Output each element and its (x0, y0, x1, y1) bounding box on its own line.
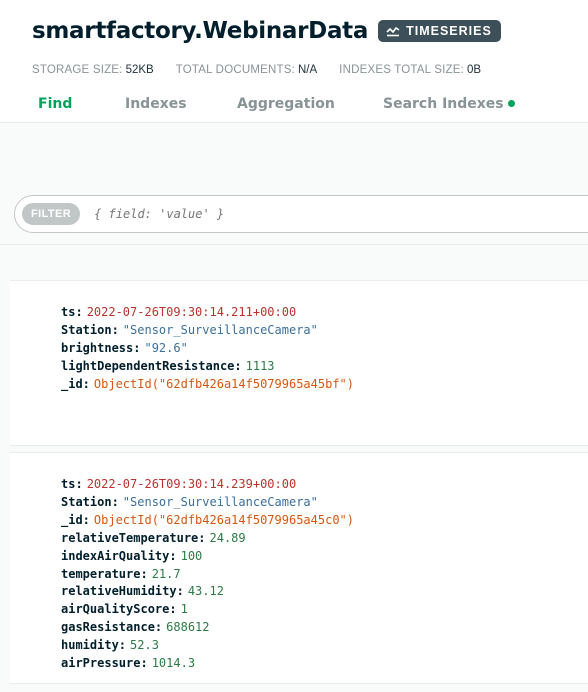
divider (0, 244, 588, 245)
filter-label: FILTER (22, 203, 81, 225)
field-value: 43.12 (187, 584, 224, 599)
query-bar: FILTER (14, 195, 588, 233)
indexes-size-stat: INDEXES TOTAL SIZE: 0B (339, 64, 481, 76)
field-key: Station: (61, 322, 119, 337)
tab-label: Search Indexes (383, 96, 504, 112)
field-key: airQualityScore: (61, 602, 177, 617)
field-row: gasResistance: 688612 (61, 619, 354, 637)
field-key: brightness: (61, 340, 141, 355)
field-value: 24.89 (209, 530, 246, 545)
tab-aggregation[interactable]: Aggregation (237, 96, 335, 112)
timeseries-icon (386, 26, 400, 36)
field-value: 21.7 (151, 566, 181, 581)
field-value: 688612 (166, 620, 210, 635)
field-key: _id: (61, 512, 90, 527)
filter-input[interactable] (94, 207, 395, 221)
field-row: lightDependentResistance: 1113 (61, 358, 354, 376)
status-dot-icon (507, 100, 515, 107)
field-value: 1014.3 (151, 656, 196, 671)
field-key: ts: (61, 305, 83, 319)
badge-label: TIMESERIES (406, 24, 492, 38)
field-row: airQualityScore: 1 (61, 601, 354, 619)
field-key: lightDependentResistance: (61, 358, 242, 373)
field-value: ObjectId("62dfb426a14f5079965a45c0") (93, 512, 354, 527)
namespace-title: smartfactory.WebinarData (32, 18, 369, 44)
total-documents-stat: TOTAL DOCUMENTS: N/A (176, 64, 317, 76)
field-row: temperature: 21.7 (61, 566, 354, 584)
field-value: "Sensor_SurveillanceCamera" (122, 322, 318, 337)
field-row: ts: 2022-07-26T09:30:14.239+00:00 (61, 476, 354, 494)
stat-value: 0B (466, 64, 482, 76)
document-fields: ts: 2022-07-26T09:30:14.211+00:00 Station… (61, 304, 354, 394)
tab-find[interactable]: Find (38, 96, 72, 112)
field-key: temperature: (61, 566, 148, 581)
field-value: 2022-07-26T09:30:14.239+00:00 (86, 477, 297, 491)
field-row: humidity: 52.3 (61, 637, 354, 655)
field-row: Station: "Sensor_SurveillanceCamera" (61, 322, 354, 340)
field-key: relativeTemperature: (61, 530, 206, 545)
document-card: ts: 2022-07-26T09:30:14.211+00:00 Station… (10, 280, 588, 446)
field-key: airPressure: (61, 656, 148, 671)
field-key: indexAirQuality: (61, 548, 177, 563)
field-value: 1 (180, 602, 188, 617)
field-value: "Sensor_SurveillanceCamera" (122, 494, 318, 509)
collection-stats: STORAGE SIZE: 52KB TOTAL DOCUMENTS: N/A IN… (32, 64, 503, 76)
field-row: airPressure: 1014.3 (61, 655, 354, 673)
field-row: relativeTemperature: 24.89 (61, 530, 354, 548)
field-value: 52.3 (130, 638, 159, 653)
field-row: _id: ObjectId("62dfb426a14f5079965a45bf") (61, 376, 354, 394)
field-key: Station: (61, 494, 119, 509)
field-row: ts: 2022-07-26T09:30:14.211+00:00 (61, 304, 354, 322)
field-value: 1113 (245, 358, 275, 373)
timeseries-badge: TIMESERIES (378, 20, 501, 42)
collection-tabs: Find Indexes Aggregation Search Indexes (0, 96, 588, 120)
stat-label: TOTAL DOCUMENTS: (175, 64, 295, 76)
field-row: relativeHumidity: 43.12 (61, 583, 354, 601)
documents-list: ts: 2022-07-26T09:30:14.211+00:00 Station… (0, 268, 588, 692)
field-key: relativeHumidity: (61, 584, 184, 599)
field-key: ts: (61, 477, 83, 491)
collection-header: smartfactory.WebinarData TIMESERIES STOR… (0, 0, 588, 122)
tab-indexes[interactable]: Indexes (125, 96, 187, 112)
document-card: ts: 2022-07-26T09:30:14.239+00:00 Station… (10, 452, 588, 684)
tab-search-indexes[interactable]: Search Indexes (383, 96, 515, 112)
field-value: 2022-07-26T09:30:14.211+00:00 (86, 305, 297, 319)
field-key: humidity: (61, 638, 127, 653)
storage-size-stat: STORAGE SIZE: 52KB (32, 64, 154, 76)
document-fields: ts: 2022-07-26T09:30:14.239+00:00 Station… (61, 476, 354, 673)
field-key: gasResistance: (61, 620, 163, 635)
field-row: brightness: "92.6" (61, 340, 354, 358)
stat-value: N/A (298, 64, 318, 76)
field-value: ObjectId("62dfb426a14f5079965a45bf") (93, 376, 354, 391)
field-value: "92.6" (144, 340, 188, 355)
field-key: _id: (61, 376, 90, 391)
field-row: Station: "Sensor_SurveillanceCamera" (61, 494, 354, 512)
stat-label: INDEXES TOTAL SIZE: (339, 64, 464, 76)
title-row: smartfactory.WebinarData TIMESERIES (32, 18, 501, 44)
field-value: 100 (180, 548, 203, 563)
query-toolbar: FILTER (0, 122, 588, 268)
stat-value: 52KB (125, 64, 154, 76)
field-row: indexAirQuality: 100 (61, 548, 354, 566)
stat-label: STORAGE SIZE: (32, 64, 123, 76)
field-row: _id: ObjectId("62dfb426a14f5079965a45c0") (61, 512, 354, 530)
